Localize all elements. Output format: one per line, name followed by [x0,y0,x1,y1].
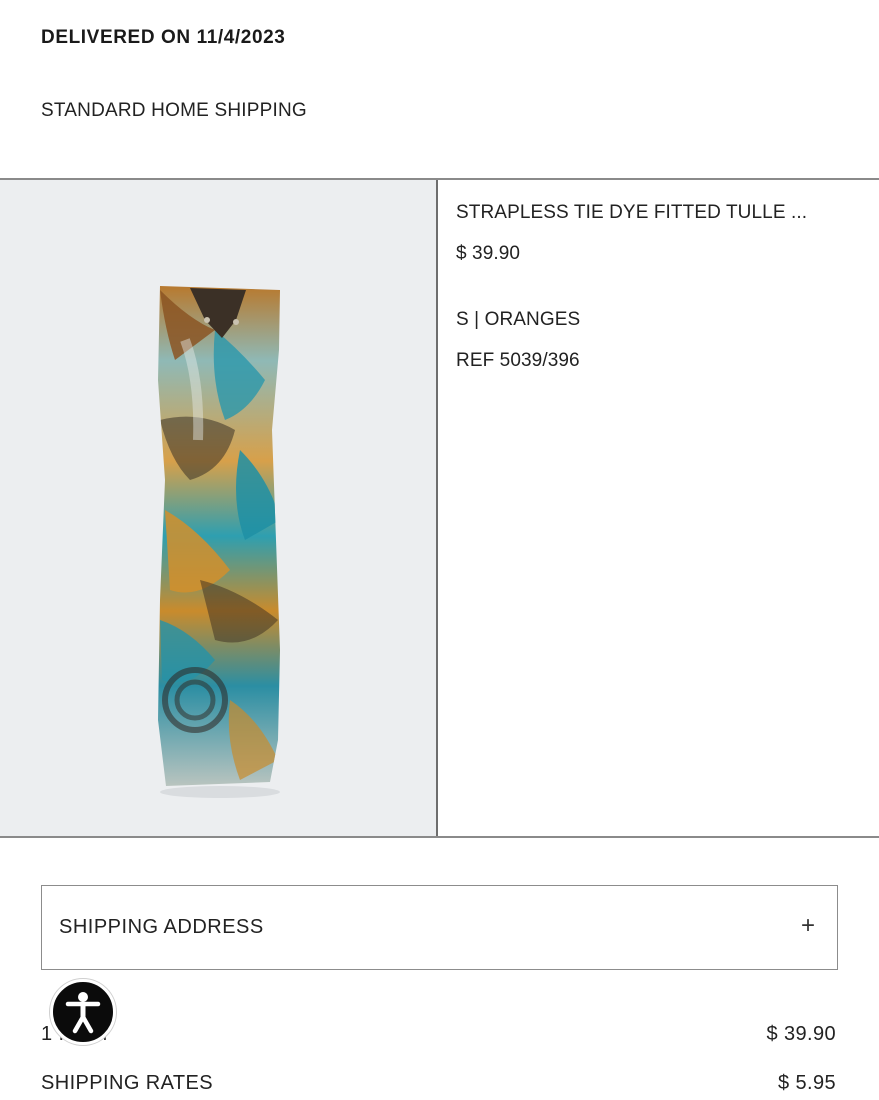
shipping-address-label: SHIPPING ADDRESS [59,916,264,938]
summary-shipping-row: SHIPPING RATES $ 5.95 [41,1072,838,1095]
shipping-method: STANDARD HOME SHIPPING [41,100,307,121]
product-image[interactable] [0,180,438,836]
accessibility-icon [65,992,101,1034]
shipping-address-accordion[interactable]: SHIPPING ADDRESS + [41,885,838,970]
product-card[interactable]: STRAPLESS TIE DYE FITTED TULLE ... $ 39.… [0,178,879,838]
items-total: $ 39.90 [766,1023,836,1045]
product-name[interactable]: STRAPLESS TIE DYE FITTED TULLE ... [456,202,807,224]
product-reference: REF 5039/396 [456,350,580,371]
product-variant: S | ORANGES [456,309,581,330]
accessibility-button[interactable] [50,979,116,1045]
summary-items-row: 1 ITEM $ 39.90 [41,1023,838,1046]
delivered-status: DELIVERED ON 11/4/2023 [41,27,286,48]
product-price: $ 39.90 [456,243,521,264]
dress-illustration [158,286,280,798]
plus-icon[interactable]: + [801,912,815,940]
shipping-rates-total: $ 5.95 [777,1072,836,1094]
shipping-rates-label: SHIPPING RATES [41,1072,213,1094]
